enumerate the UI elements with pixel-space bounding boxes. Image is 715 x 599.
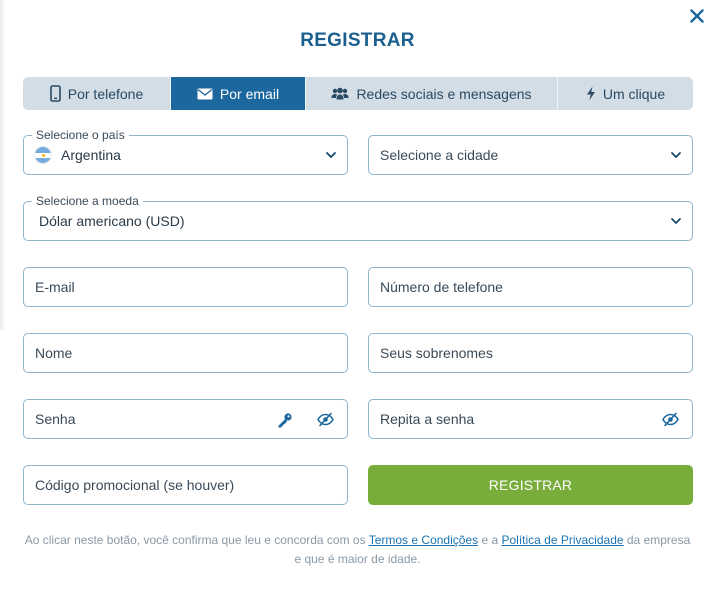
country-select[interactable]: Selecione o país Argentina bbox=[23, 128, 348, 175]
promo-code-field[interactable]: Código promocional (se houver) bbox=[23, 465, 348, 505]
city-placeholder: Selecione a cidade bbox=[380, 147, 499, 163]
register-button[interactable]: REGISTRAR bbox=[368, 465, 693, 505]
legal-prefix: Ao clicar neste botão, você confirma que… bbox=[24, 533, 369, 547]
currency-select[interactable]: Selecione a moeda Dólar americano (USD) bbox=[23, 194, 693, 241]
toggle-password-visibility[interactable] bbox=[317, 412, 334, 430]
close-button[interactable] bbox=[687, 6, 707, 26]
toggle-repeat-password-visibility[interactable] bbox=[662, 412, 679, 430]
phone-placeholder: Número de telefone bbox=[380, 279, 503, 295]
argentina-flag-icon bbox=[35, 147, 51, 163]
users-icon bbox=[331, 87, 349, 100]
name-field[interactable]: Nome bbox=[23, 333, 348, 373]
password-placeholder: Senha bbox=[35, 411, 76, 427]
password-field[interactable]: Senha bbox=[23, 399, 348, 439]
tab-label: Redes sociais e mensagens bbox=[356, 85, 532, 102]
eye-slash-icon bbox=[662, 412, 679, 427]
envelope-icon bbox=[197, 88, 213, 99]
privacy-link[interactable]: Política de Privacidade bbox=[501, 533, 623, 547]
terms-link[interactable]: Termos e Condições bbox=[369, 533, 478, 547]
chevron-down-icon bbox=[671, 218, 681, 224]
phone-icon bbox=[49, 85, 61, 102]
registration-tabs: Por telefone Por email Redes sociais e m… bbox=[23, 77, 693, 110]
eye-slash-icon bbox=[317, 412, 334, 427]
currency-value: Dólar americano (USD) bbox=[39, 213, 185, 229]
chevron-down-icon bbox=[671, 152, 681, 158]
surname-field[interactable]: Seus sobrenomes bbox=[368, 333, 693, 373]
page-title: REGISTRAR bbox=[300, 30, 415, 51]
legal-notice: Ao clicar neste botão, você confirma que… bbox=[20, 531, 695, 569]
tab-one-click[interactable]: Um clique bbox=[558, 77, 693, 110]
city-select[interactable]: Selecione a cidade bbox=[368, 135, 693, 175]
phone-field[interactable]: Número de telefone bbox=[368, 267, 693, 307]
surname-placeholder: Seus sobrenomes bbox=[380, 345, 493, 361]
tab-email[interactable]: Por email bbox=[171, 77, 306, 110]
tab-label: Por telefone bbox=[67, 85, 144, 102]
country-label: Selecione o país bbox=[32, 128, 129, 142]
generate-password-button[interactable] bbox=[277, 412, 293, 431]
tab-phone[interactable]: Por telefone bbox=[23, 77, 171, 110]
close-icon bbox=[690, 9, 704, 23]
lightning-icon bbox=[586, 86, 595, 101]
tab-social[interactable]: Redes sociais e mensagens bbox=[306, 77, 558, 110]
chevron-down-icon bbox=[326, 152, 336, 158]
promo-code-placeholder: Código promocional (se houver) bbox=[35, 477, 235, 493]
email-field[interactable]: E-mail bbox=[23, 267, 348, 307]
repeat-password-placeholder: Repita a senha bbox=[380, 411, 475, 427]
name-placeholder: Nome bbox=[35, 345, 73, 361]
currency-label: Selecione a moeda bbox=[32, 194, 143, 208]
country-value: Argentina bbox=[61, 147, 121, 163]
repeat-password-field[interactable]: Repita a senha bbox=[368, 399, 693, 439]
tab-label: Um clique bbox=[602, 85, 666, 102]
tab-label: Por email bbox=[219, 85, 280, 102]
email-placeholder: E-mail bbox=[35, 279, 75, 295]
legal-middle: e a bbox=[478, 533, 502, 547]
key-icon bbox=[278, 413, 292, 428]
